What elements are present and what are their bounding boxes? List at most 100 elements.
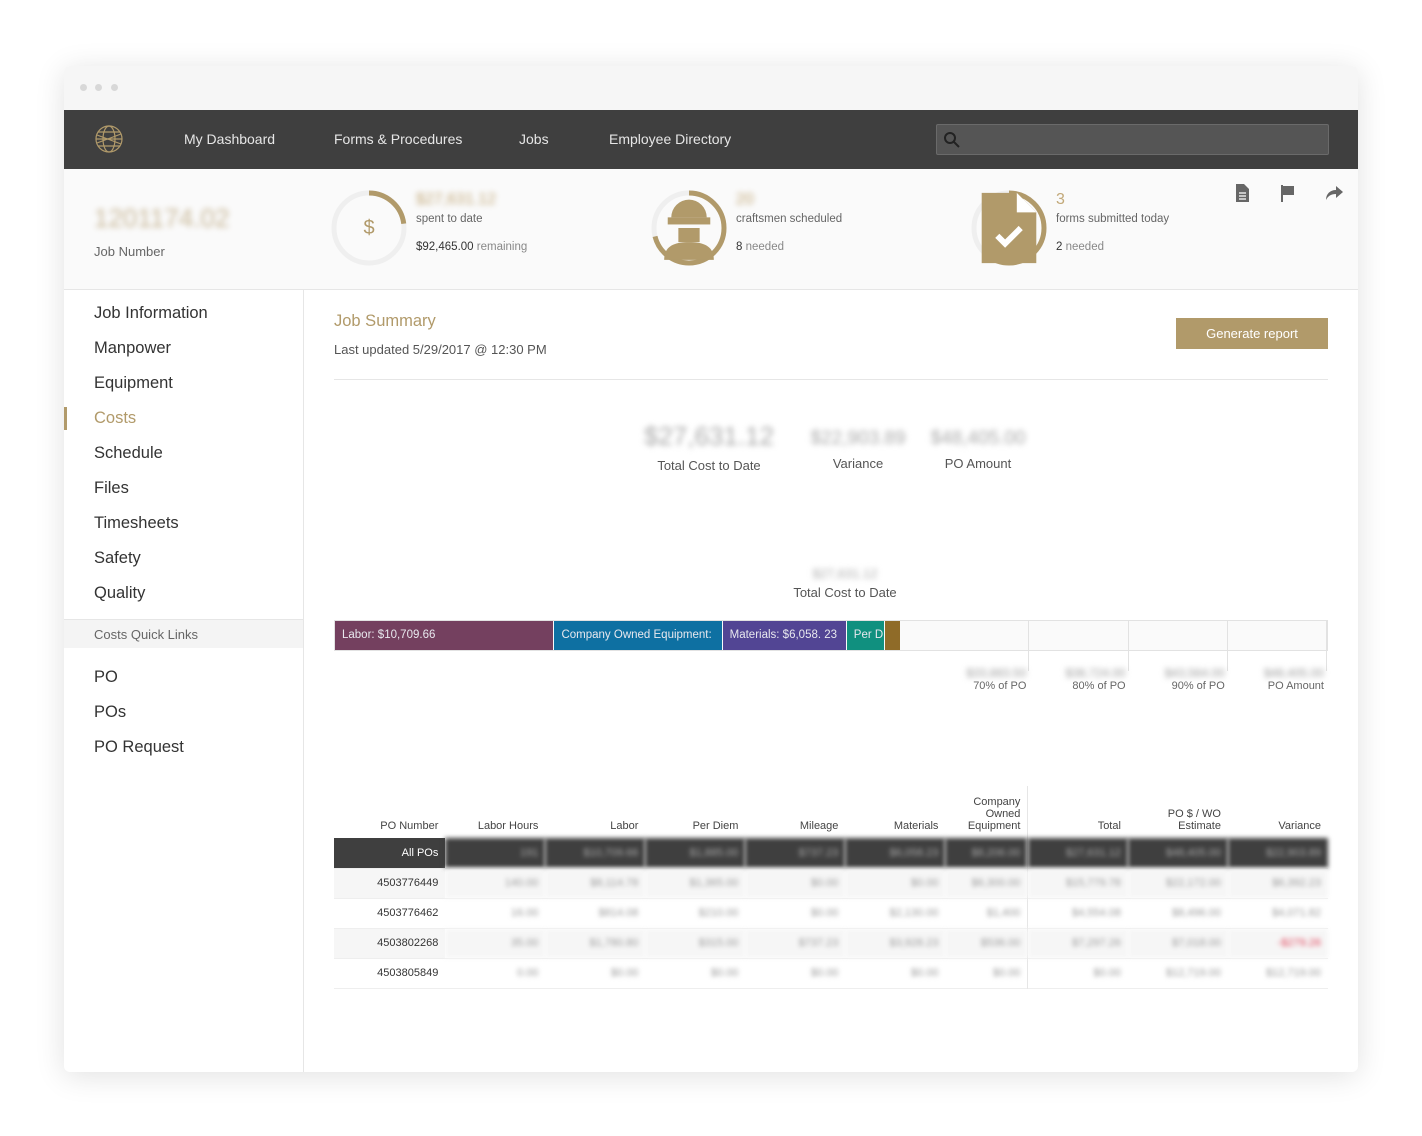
cell: $536.00 xyxy=(945,928,1029,958)
bar-segment-per-diem[interactable]: Per D xyxy=(846,621,885,650)
nav-jobs[interactable]: Jobs xyxy=(519,131,549,147)
cell: $4,071.82 xyxy=(1272,907,1321,919)
po-number: 4503776449 xyxy=(334,868,446,898)
cell: $0.00 xyxy=(610,967,639,979)
nav-forms-procedures[interactable]: Forms & Procedures xyxy=(334,131,462,147)
window-dot[interactable] xyxy=(95,84,102,91)
kpi-total-cost-to-date: $27,631.12 Total Cost to Date xyxy=(634,421,784,473)
sidebar-item-safety[interactable]: Safety xyxy=(64,541,303,576)
cell: $27,631.12 xyxy=(1027,838,1128,868)
kpi-value: $27,631.12 xyxy=(643,421,775,451)
cell: $0.00 xyxy=(845,868,946,898)
chart-total: $27,631.12 Total Cost to Date xyxy=(779,566,911,600)
cell: $315.00 xyxy=(645,928,746,958)
cell: $4,554.08 xyxy=(1072,907,1121,919)
window-dot[interactable] xyxy=(111,84,118,91)
costs-quick-links-header: Costs Quick Links xyxy=(64,619,303,648)
cell: $12,719.00 xyxy=(1165,967,1221,979)
page-title: Job Summary xyxy=(334,312,436,330)
sidebar-item-schedule[interactable]: Schedule xyxy=(64,436,303,471)
cell: $48,405.00 xyxy=(1127,838,1228,868)
cell: $0.00 xyxy=(1093,967,1121,979)
sidebar-item-equipment[interactable]: Equipment xyxy=(64,366,303,401)
column-header[interactable]: Labor Hours xyxy=(445,786,545,838)
stat-value: 3 xyxy=(1056,191,1065,208)
table-row[interactable]: 4503805849 0.00 $0.00 $0.00 $0.00 $0.00 $0.00 $… xyxy=(334,958,1328,988)
threshold-name: 70% of PO xyxy=(973,680,1027,692)
search-input[interactable] xyxy=(936,124,1329,155)
sidebar-item-manpower[interactable]: Manpower xyxy=(64,331,303,366)
stat-label: forms submitted today xyxy=(1056,213,1170,225)
cell: $0.00 xyxy=(745,868,846,898)
flag-icon[interactable] xyxy=(1278,183,1298,203)
column-header[interactable]: Total xyxy=(1028,786,1128,838)
kpi-value: $48,405.00 xyxy=(930,428,1026,449)
stat-extra-label: needed xyxy=(1065,241,1104,253)
quick-link-po-request[interactable]: PO Request xyxy=(64,730,303,765)
window-dot[interactable] xyxy=(80,84,87,91)
kpi-label: Total Cost to Date xyxy=(657,458,761,473)
stat-value: 20 xyxy=(736,191,754,208)
cell: $6,392.23 xyxy=(1227,868,1328,898)
job-number-label: Job Number xyxy=(94,244,165,259)
share-icon[interactable] xyxy=(1324,183,1344,203)
progress-ring xyxy=(970,189,1048,267)
threshold-name: PO Amount xyxy=(1267,680,1324,692)
column-header[interactable]: Labor xyxy=(545,786,645,838)
sidebar-item-quality[interactable]: Quality xyxy=(64,576,303,611)
column-header[interactable]: Per Diem xyxy=(645,786,745,838)
bar-segment-company-owned-equipment[interactable]: Company Owned Equipment: xyxy=(554,621,722,650)
table-row-all-pos[interactable]: All POs 191 $10,709.66 $1,885.00 $737.23 $6,0… xyxy=(334,838,1328,868)
sidebar-item-timesheets[interactable]: Timesheets xyxy=(64,506,303,541)
top-nav: My Dashboard Forms & Procedures Jobs Emp… xyxy=(64,110,1358,169)
globe-logo-icon[interactable] xyxy=(94,124,124,154)
stat-extra: 2 needed xyxy=(1056,241,1104,253)
cell: 191 xyxy=(445,838,546,868)
last-updated: Last updated 5/29/2017 @ 12:30 PM xyxy=(334,342,547,357)
stat-value: $27,631.12 xyxy=(416,191,497,208)
stat-extra-label: remaining xyxy=(476,241,528,253)
column-header[interactable]: Materials xyxy=(845,786,945,838)
dollar-icon: $ xyxy=(363,216,375,239)
threshold-value: $43,564.00 xyxy=(1164,666,1225,680)
cell: $0.00 xyxy=(910,967,939,979)
stat-extra: $92,465.00 remaining xyxy=(416,241,527,253)
nav-my-dashboard[interactable]: My Dashboard xyxy=(184,131,275,147)
sidebar-item-job-information[interactable]: Job Information xyxy=(64,296,303,331)
cell: $1,780.80 xyxy=(545,928,646,958)
quick-link-pos[interactable]: POs xyxy=(64,695,303,730)
divider xyxy=(334,379,1328,380)
column-header[interactable]: Mileage xyxy=(745,786,845,838)
threshold-tick xyxy=(1028,621,1030,671)
threshold-label: $48,405.00 PO Amount xyxy=(1226,666,1324,692)
cell: $7,297.26 xyxy=(1027,928,1128,958)
cell: $8,496.00 xyxy=(1172,907,1221,919)
cell: $0.00 xyxy=(810,967,839,979)
sidebar: Job Information Manpower Equipment Costs Sch… xyxy=(64,290,304,1072)
sidebar-item-costs[interactable]: Costs xyxy=(64,401,303,436)
cell: $22,903.89 xyxy=(1227,838,1328,868)
job-number: 1201174.02 xyxy=(94,203,230,233)
table-row[interactable]: 4503776449 140.00 $8,114.78 $1,365.00 $0.00 $… xyxy=(334,868,1328,898)
stat-extra-value: 2 xyxy=(1056,241,1063,253)
title-bar xyxy=(64,66,1358,110)
kpi-label: Variance xyxy=(832,456,884,471)
stat-extra-value: 8 xyxy=(736,241,743,253)
document-icon[interactable] xyxy=(1232,183,1252,203)
column-header[interactable]: PO $ / WO Estimate xyxy=(1128,786,1228,838)
quick-link-po[interactable]: PO xyxy=(64,660,303,695)
table-row[interactable]: 4503802268 35.00 $1,780.80 $315.00 $737.23 $3… xyxy=(334,928,1328,958)
bar-segment-materials[interactable]: Materials: $6,058. 23 xyxy=(722,621,846,650)
nav-employee-directory[interactable]: Employee Directory xyxy=(609,131,731,147)
progress-ring: $ xyxy=(330,189,408,267)
generate-report-button[interactable]: Generate report xyxy=(1176,318,1328,349)
column-header[interactable]: Variance xyxy=(1228,786,1328,838)
sidebar-item-files[interactable]: Files xyxy=(64,471,303,506)
bar-segment-mileage[interactable] xyxy=(885,621,900,650)
cell: $1,400 xyxy=(945,898,1029,928)
column-header[interactable]: PO Number xyxy=(334,786,445,838)
column-header[interactable]: Company Owned Equipment xyxy=(945,786,1029,838)
cell: $7,018.00 xyxy=(1127,928,1228,958)
bar-segment-labor[interactable]: Labor: $10,709.66 xyxy=(335,621,554,650)
table-row[interactable]: 4503776462 16.00 $814.08 $210.00 $0.00 $2,130… xyxy=(334,898,1328,928)
